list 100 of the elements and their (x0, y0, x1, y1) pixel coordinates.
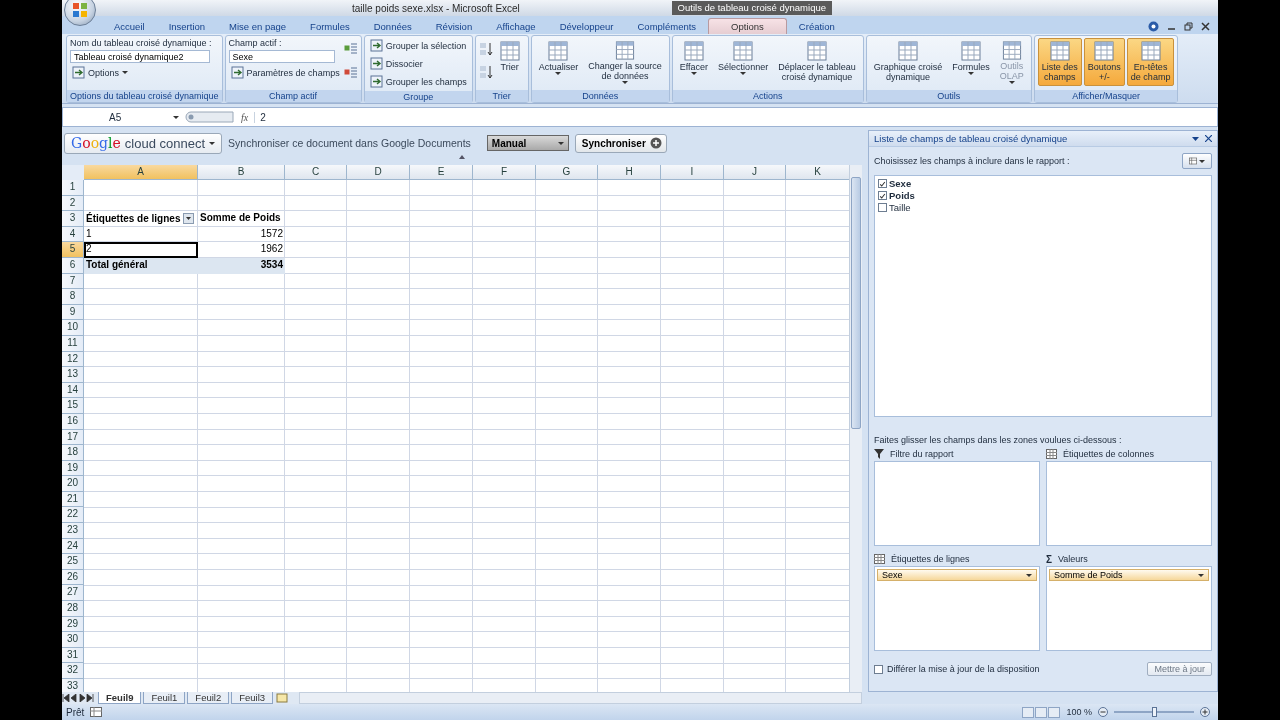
sort-ascending-icon[interactable] (478, 42, 493, 57)
column-header[interactable]: K (786, 165, 849, 180)
ribbon-button[interactable]: Effacer (675, 38, 713, 86)
ribbon-tab[interactable]: Insertion (156, 18, 218, 34)
ribbon-button[interactable]: Sélectionner (714, 38, 773, 86)
formula-field[interactable]: 2 (254, 111, 1217, 123)
row-header[interactable]: 23 (62, 523, 84, 539)
insert-sheet-icon[interactable] (275, 693, 290, 703)
field-chip[interactable]: Somme de Poids (1049, 569, 1209, 581)
ribbon-tab[interactable]: Développeur (547, 18, 626, 34)
sheet-tab[interactable]: Feuil1 (143, 692, 186, 704)
column-header[interactable]: G (536, 165, 598, 180)
drop-area[interactable]: Sexe (874, 566, 1040, 651)
ribbon-tab[interactable]: Options (708, 18, 787, 34)
row-header[interactable]: 10 (62, 320, 84, 336)
column-header[interactable]: J (724, 165, 786, 180)
layout-button[interactable] (1182, 153, 1212, 169)
name-field[interactable]: Tableau croisé dynamique2 (70, 50, 210, 63)
page-break-button[interactable] (1048, 706, 1061, 718)
insert-function-button[interactable]: fx (241, 111, 249, 123)
column-header[interactable]: D (347, 165, 410, 180)
row-header[interactable]: 3 (62, 211, 84, 227)
drop-area[interactable]: Somme de Poids (1046, 566, 1212, 651)
sync-button[interactable]: Synchroniser (574, 133, 667, 153)
row-header[interactable]: 22 (62, 507, 84, 524)
ribbon-button[interactable]: Grouper la sélection (367, 38, 469, 53)
checkbox[interactable] (878, 191, 887, 200)
row-header[interactable]: 27 (62, 585, 84, 602)
sort-descending-icon[interactable] (478, 65, 493, 80)
column-header[interactable]: H (598, 165, 661, 180)
mode-dropdown[interactable]: Manual (486, 135, 569, 151)
field-chip[interactable]: Sexe (877, 569, 1037, 581)
column-header[interactable]: C (285, 165, 347, 180)
ribbon-button[interactable]: En-têtes de champ (1126, 38, 1175, 86)
name-field[interactable]: Sexe (228, 50, 335, 63)
ribbon-button[interactable]: Changer la source de données (584, 38, 666, 86)
row-header[interactable]: 33 (62, 679, 84, 692)
filter-dropdown-icon[interactable] (183, 213, 195, 225)
zoom-out-icon[interactable] (1098, 707, 1108, 717)
macro-record-icon[interactable] (90, 707, 103, 717)
field-label: Poids (889, 190, 915, 201)
page-layout-button[interactable] (1035, 706, 1048, 718)
name-box[interactable]: A5 (63, 111, 173, 123)
dropdown-icon[interactable] (1192, 135, 1199, 142)
ribbon-button[interactable]: Graphique croisé dynamique (869, 38, 947, 86)
row-header[interactable]: 8 (62, 289, 84, 305)
ribbon-tab[interactable]: Mise en page (217, 18, 299, 34)
ribbon-button[interactable]: Actualiser (534, 38, 583, 86)
row-header[interactable]: 32 (62, 663, 84, 679)
checkbox[interactable] (878, 179, 887, 188)
ribbon-button[interactable]: Grouper les champs (367, 74, 469, 89)
help-icon[interactable] (1148, 20, 1159, 32)
ribbon-tab[interactable]: Données (361, 18, 424, 34)
column-header[interactable]: B (198, 165, 285, 180)
ribbon-tab[interactable]: Accueil (102, 18, 157, 34)
expand-icon[interactable] (343, 42, 358, 54)
row-header[interactable]: 1 (62, 180, 84, 196)
restore-icon[interactable] (1184, 21, 1193, 31)
collapse-icon[interactable] (343, 66, 358, 78)
sheet-navigation-icon[interactable] (62, 694, 96, 702)
ribbon-tab[interactable]: Compléments (625, 18, 709, 34)
ribbon-tab[interactable]: Création (786, 18, 847, 34)
sheet-tab[interactable]: Feuil3 (231, 692, 274, 704)
zoom-thumb[interactable] (1152, 707, 1157, 717)
close-icon[interactable] (1201, 21, 1210, 31)
resize-handle-icon[interactable] (185, 111, 235, 123)
ribbon-button[interactable]: Déplacer le tableau croisé dynamique (774, 38, 860, 86)
column-header[interactable]: I (661, 165, 724, 180)
column-header[interactable]: E (410, 165, 473, 180)
ribbon-button[interactable]: Dissocier (367, 56, 469, 71)
sheet-tab[interactable]: Feuil2 (187, 692, 230, 704)
ribbon-button[interactable]: Boutons +/- (1083, 38, 1125, 86)
close-icon[interactable] (1205, 135, 1212, 142)
normal-view-button[interactable] (1022, 706, 1035, 718)
column-header[interactable]: A (84, 165, 198, 180)
row-header[interactable]: 18 (62, 445, 84, 461)
sheet-tab[interactable]: Feuil9 (98, 692, 142, 704)
zoom-in-icon[interactable] (1200, 707, 1210, 717)
cloud-connect-button[interactable]: Google cloud connect (64, 132, 223, 154)
ribbon-button[interactable]: Options (70, 65, 212, 80)
ribbon-button[interactable]: Formules (948, 38, 994, 86)
row-header[interactable]: 20 (62, 476, 84, 492)
row-header[interactable]: 28 (62, 601, 84, 617)
checkbox[interactable] (874, 664, 883, 674)
ribbon-button[interactable]: Trier (494, 38, 525, 86)
row-header[interactable]: 30 (62, 632, 84, 648)
checkbox[interactable] (878, 203, 887, 212)
row-header[interactable]: 15 (62, 398, 84, 414)
collapse-arrow-icon[interactable] (459, 155, 465, 159)
ribbon-button[interactable]: Paramètres de champs (228, 65, 342, 80)
row-header[interactable]: 13 (62, 367, 84, 383)
ribbon-tab[interactable]: Formules (298, 18, 362, 34)
column-header[interactable]: F (473, 165, 536, 180)
ribbon-tab[interactable]: Affichage (484, 18, 548, 34)
ribbon-tab[interactable]: Révision (423, 18, 485, 34)
row-header[interactable]: 5 (62, 242, 84, 258)
horizontal-scrollbar[interactable] (299, 692, 862, 704)
vertical-scrollbar[interactable] (849, 165, 862, 692)
ribbon-button[interactable]: Liste des champs (1037, 38, 1082, 86)
row-header[interactable]: 25 (62, 554, 84, 570)
